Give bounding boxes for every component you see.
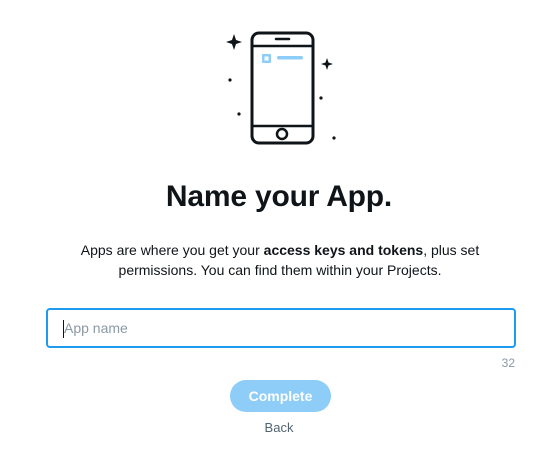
- dot-decoration: [237, 112, 241, 116]
- app-name-input[interactable]: [48, 310, 514, 346]
- character-count: 32: [501, 356, 515, 370]
- dot-decoration: [228, 78, 232, 82]
- text-caret: [63, 320, 64, 338]
- phone-illustration: [226, 31, 336, 145]
- back-link[interactable]: Back: [0, 420, 558, 435]
- sparkle-icon: [321, 58, 333, 70]
- page-title: Name your App.: [165, 180, 393, 213]
- dot-decoration: [319, 96, 323, 100]
- complete-button[interactable]: Complete: [230, 380, 331, 412]
- app-name-field[interactable]: [46, 308, 516, 348]
- dot-decoration: [332, 136, 336, 140]
- sparkle-icon: [226, 34, 242, 50]
- screen-card-line: [277, 56, 303, 60]
- description-emphasis: access keys and tokens: [263, 242, 424, 258]
- description-text: Apps are where you get your access keys …: [80, 242, 480, 278]
